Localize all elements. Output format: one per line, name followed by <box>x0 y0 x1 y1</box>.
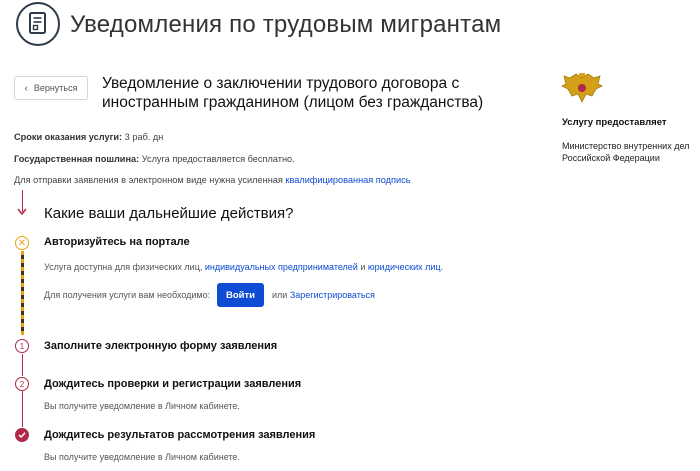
back-button-label: Вернуться <box>33 83 78 93</box>
term-label: Сроки оказания услуги: <box>14 132 123 142</box>
step-1-text-and: и <box>360 262 366 272</box>
provider-name: Министерство внутренних дел Российской Ф… <box>562 141 690 163</box>
section-title: Какие ваши дальнейшие действия? <box>44 205 294 222</box>
step-2-number: 1 <box>15 339 29 353</box>
step-4-text: Вы получите уведомление в Личном кабинет… <box>44 452 240 462</box>
step-1-text: Услуга доступна для физических лиц, инди… <box>44 262 443 272</box>
arrow-down-icon <box>17 208 27 216</box>
fee-label: Государственная пошлина: <box>14 154 140 164</box>
provider-heading: Услугу предоставляет <box>562 117 667 128</box>
signature-link[interactable]: квалифицированная подпись <box>285 175 410 185</box>
login-button[interactable]: Войти <box>217 283 264 307</box>
emblem-icon <box>560 72 604 111</box>
close-icon: ✕ <box>15 236 29 250</box>
back-button[interactable]: ‹ Вернуться <box>14 76 88 100</box>
step-3-title: Дождитесь проверки и регистрации заявлен… <box>44 378 302 390</box>
register-link[interactable]: Зарегистрироваться <box>290 290 375 300</box>
link-legal-entities[interactable]: юридических лиц <box>368 262 441 272</box>
checkmark-icon <box>15 428 29 442</box>
need-text: Для получения услуги вам необходимо: <box>44 290 211 300</box>
chevron-left-icon: ‹ <box>24 82 28 94</box>
service-title: Уведомление о заключении трудового догов… <box>102 75 484 111</box>
step-1-text-before: Услуга доступна для физических лиц, <box>44 262 203 272</box>
fee-info: Государственная пошлина: Услуга предоста… <box>14 154 295 164</box>
step-4-title: Дождитесь результатов рассмотрения заявл… <box>44 429 316 441</box>
timeline-line <box>21 391 23 427</box>
term-value: 3 раб. дн <box>124 132 164 142</box>
register-line: или Зарегистрироваться <box>272 290 375 300</box>
term-info: Сроки оказания услуги: 3 раб. дн <box>14 132 163 142</box>
or-text: или <box>272 290 288 300</box>
document-icon <box>16 2 60 46</box>
signature-text: Для отправки заявления в электронном вид… <box>14 175 283 185</box>
link-individual-entrepreneurs[interactable]: индивидуальных предпринимателей <box>205 262 358 272</box>
timeline-progress <box>21 251 24 335</box>
fee-value: Услуга предоставляется бесплатно. <box>141 154 295 164</box>
timeline-line <box>21 354 23 376</box>
step-2-title: Заполните электронную форму заявления <box>44 340 278 352</box>
page-title: Уведомления по трудовым мигрантам <box>70 11 502 38</box>
step-1-title: Авторизуйтесь на портале <box>44 236 190 248</box>
step-3-number: 2 <box>15 377 29 391</box>
step-3-text: Вы получите уведомление в Личном кабинет… <box>44 401 240 411</box>
signature-info: Для отправки заявления в электронном вид… <box>14 175 411 185</box>
step-1-text-end: . <box>440 262 444 272</box>
